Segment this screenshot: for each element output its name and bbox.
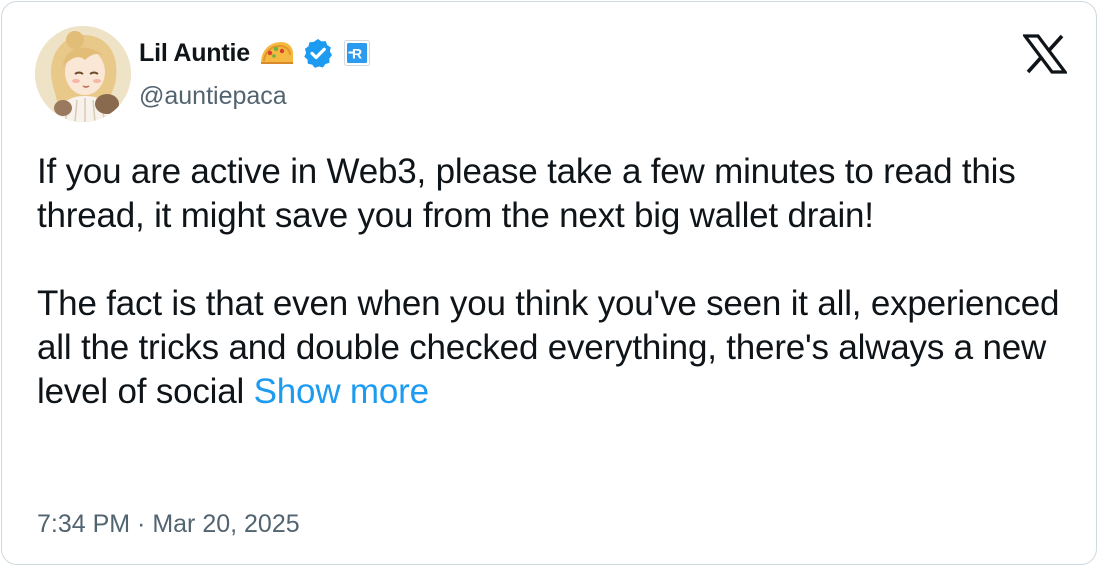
author-display-name[interactable]: Lil Auntie bbox=[139, 39, 250, 68]
tweet-paragraph: The fact is that even when you think you… bbox=[37, 282, 1077, 414]
tweet-paragraph: If you are active in Web3, please take a… bbox=[37, 152, 1016, 235]
affiliate-badge-icon[interactable]: R bbox=[343, 40, 370, 66]
tweet-text: If you are active in Web3, please take a… bbox=[37, 150, 1077, 414]
author-name-row: Lil Auntie R bbox=[139, 35, 370, 71]
author-handle[interactable]: @auntiepaca bbox=[139, 82, 287, 111]
tweet-timestamp[interactable]: 7:34 PM · Mar 20, 2025 bbox=[37, 510, 300, 539]
tweet-paragraph-text: The fact is that even when you think you… bbox=[37, 284, 1060, 411]
tweet-card[interactable]: Lil Auntie R @auntiepaca If you are acti… bbox=[1, 1, 1097, 565]
taco-icon bbox=[258, 39, 294, 67]
verified-badge-icon[interactable] bbox=[302, 37, 334, 69]
show-more-link[interactable]: Show more bbox=[254, 372, 429, 411]
avatar[interactable] bbox=[35, 26, 131, 122]
avatar-image bbox=[35, 26, 131, 122]
x-logo-icon[interactable] bbox=[1021, 34, 1069, 74]
